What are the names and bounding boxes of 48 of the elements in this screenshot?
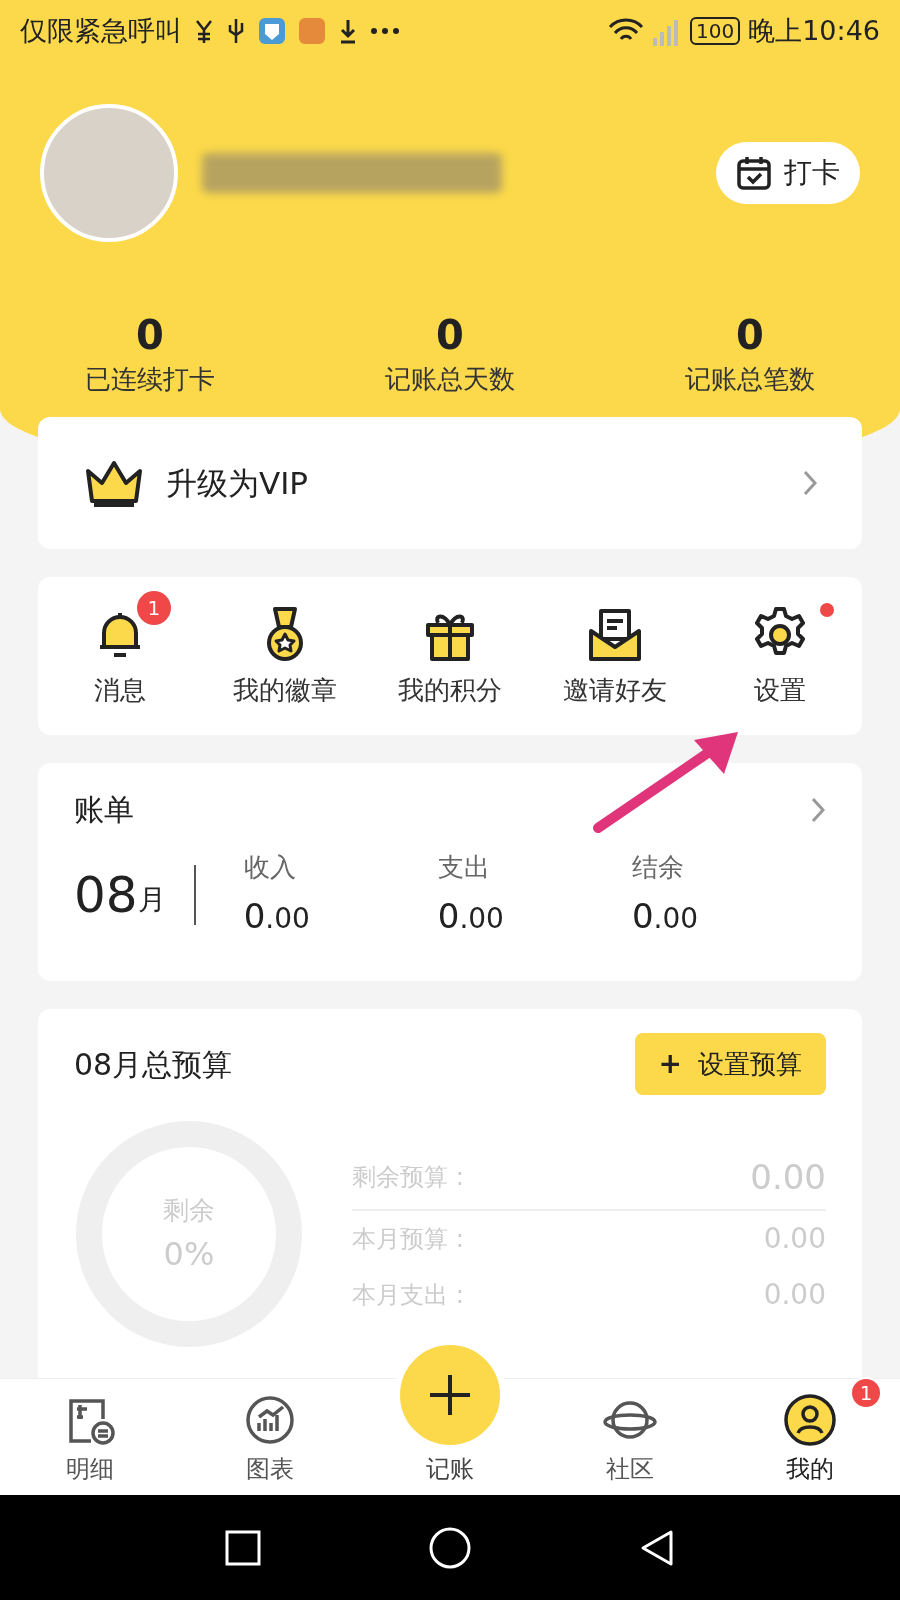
chevron-icon bbox=[810, 795, 826, 824]
app-icon bbox=[298, 17, 326, 45]
plus-icon bbox=[428, 1373, 472, 1417]
bill-card[interactable]: 账单 08月 收入 0.00 支出 0.00 结余 0.00 bbox=[38, 763, 862, 981]
bill-label: 收入 bbox=[243, 851, 297, 884]
usb-icon bbox=[226, 17, 246, 45]
shortcut-button[interactable]: 设置 bbox=[747, 602, 812, 710]
stat-value: 0 bbox=[136, 311, 164, 360]
chevron-icon bbox=[802, 469, 818, 497]
battery-indicator: 100 bbox=[690, 17, 741, 45]
download-icon bbox=[338, 17, 358, 45]
bill-title: 账单 bbox=[74, 791, 134, 829]
bill-amount: 0.00 bbox=[437, 895, 505, 938]
calendar-icon bbox=[736, 155, 772, 191]
shortcut-button[interactable]: 我的徽章 bbox=[233, 602, 338, 710]
shield-app-icon bbox=[258, 17, 286, 45]
bill-amount: 0.00 bbox=[243, 895, 311, 938]
nav-tab[interactable]: 我的 bbox=[783, 1393, 837, 1487]
nav-tab[interactable]: 明细 bbox=[63, 1393, 117, 1487]
bill-amount: 0.00 bbox=[631, 895, 700, 938]
stat-label: 记账总天数 bbox=[385, 363, 515, 396]
badge: 1 bbox=[136, 590, 171, 625]
vip-card[interactable]: 升级为VIP bbox=[38, 417, 862, 549]
checkin-button[interactable]: 打卡 bbox=[716, 142, 860, 204]
stat-value: 0 bbox=[436, 311, 464, 360]
nav-tab[interactable]: 社区 bbox=[603, 1393, 657, 1487]
bill-label: 支出 bbox=[437, 851, 491, 884]
badge: 1 bbox=[850, 1377, 882, 1409]
bill-label: 结余 bbox=[631, 851, 685, 884]
chart-icon bbox=[243, 1393, 297, 1447]
budget-title: 08月总预算 bbox=[74, 1045, 233, 1084]
home-icon[interactable] bbox=[428, 1525, 472, 1570]
month-number: 08 bbox=[74, 865, 138, 925]
nav-label: 记账 bbox=[426, 1454, 474, 1485]
more-icon bbox=[370, 27, 400, 35]
stat-label: 记账总笔数 bbox=[685, 363, 815, 396]
stat-value: 0 bbox=[736, 311, 764, 360]
vip-label: 升级为VIP bbox=[166, 463, 309, 503]
nav-tab[interactable]: 图表 bbox=[243, 1393, 297, 1487]
user-icon bbox=[783, 1393, 837, 1447]
shortcut-button[interactable]: 我的积分 bbox=[398, 602, 502, 710]
set-budget-button[interactable]: + 设置预算 bbox=[634, 1033, 826, 1095]
month-unit: 月 bbox=[137, 882, 166, 918]
time-text: 晚上10:46 bbox=[748, 13, 880, 48]
status-text: 仅限紧急呼叫 bbox=[20, 13, 182, 48]
stat-label: 已连续打卡 bbox=[85, 363, 215, 396]
shortcut-button[interactable]: 邀请好友 bbox=[562, 602, 667, 710]
plus-icon: + bbox=[658, 1043, 682, 1085]
